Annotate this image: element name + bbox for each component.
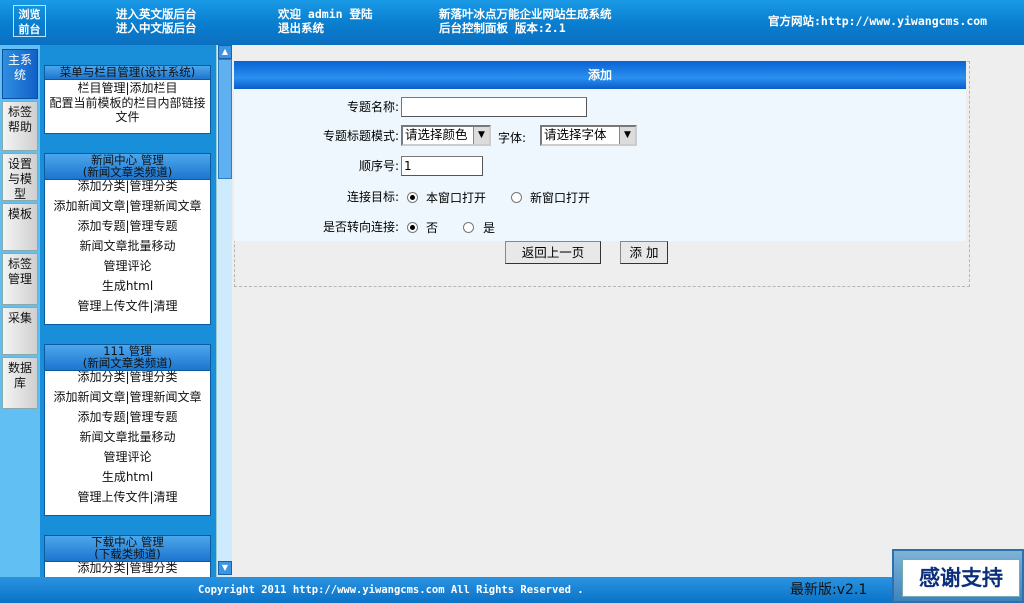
logo-line-1: 浏览: [18, 8, 41, 21]
browse-frontend-button[interactable]: 浏览 前台: [13, 5, 46, 37]
back-button[interactable]: 返回上一页: [505, 241, 601, 264]
chevron-down-icon: ▼: [619, 127, 635, 144]
order-label: 顺序号:: [358, 159, 399, 173]
menu-item[interactable]: 生成html: [45, 467, 210, 487]
menu-item[interactable]: 管理上传文件|清理: [45, 487, 210, 507]
panel-version: 后台控制面板 版本:2.1: [439, 21, 566, 35]
side-menu: 菜单与栏目管理(设计系统) 栏目管理|添加栏目 配置当前模板的栏目内部链接文件 …: [40, 45, 216, 577]
tab-tag-help[interactable]: 标签帮助: [2, 101, 38, 151]
menu-group-news: 新闻中心 管理 (新闻文章类频道) 添加分类|管理分类 添加新闻文章|管理新闻文…: [44, 153, 211, 325]
thanks-text: 感谢支持: [902, 559, 1020, 597]
menu-group-downloads: 下载中心 管理 (下载类频道) 添加分类|管理分类: [44, 535, 211, 577]
menu-item[interactable]: 添加新闻文章|管理新闻文章: [45, 196, 210, 216]
form-title: 添加: [234, 61, 966, 89]
menu-item[interactable]: 新闻文章批量移动: [45, 236, 210, 256]
tab-main-system[interactable]: 主系统: [2, 49, 38, 99]
scroll-up-icon[interactable]: ▲: [218, 45, 232, 59]
official-site-link[interactable]: 官方网站:http://www.yiwangcms.com: [768, 14, 987, 28]
top-header: 浏览 前台 进入英文版后台 进入中文版后台 欢迎 admin 登陆 退出系统 新…: [0, 0, 1024, 45]
welcome-text: 欢迎 admin 登陆: [278, 7, 373, 21]
redirect-no-radio[interactable]: [407, 222, 418, 233]
add-button[interactable]: 添 加: [620, 241, 668, 264]
color-select[interactable]: 请选择颜色 ▼: [401, 125, 491, 146]
tab-tag-management[interactable]: 标签管理: [2, 253, 38, 305]
redirect-yes-radio[interactable]: [463, 222, 474, 233]
order-input[interactable]: 1: [401, 156, 483, 176]
copyright-text: Copyright 2011 http://www.yiwangcms.com …: [198, 584, 584, 596]
target-same-window-label: 本窗口打开: [426, 191, 487, 205]
form-body: 专题名称: 专题标题模式: 请选择颜色 ▼ 字体: 请选择字体 ▼ 顺序号: 1…: [234, 89, 966, 241]
tab-templates[interactable]: 模板: [2, 203, 38, 251]
topic-name-input[interactable]: [401, 97, 587, 117]
system-name: 新落叶冰点万能企业网站生成系统: [439, 7, 612, 21]
menu-item[interactable]: 添加分类|管理分类: [45, 176, 210, 196]
target-new-window-radio[interactable]: [511, 192, 522, 203]
menu-group-title: 菜单与栏目管理(设计系统): [45, 66, 210, 80]
redirect-no-label: 否: [426, 221, 439, 235]
tab-database[interactable]: 数据库: [2, 357, 38, 409]
menu-item[interactable]: 添加专题|管理专题: [45, 216, 210, 236]
vertical-tab-strip: 主系统 标签帮助 设置与模型 模板 标签管理 采集 数据库: [0, 45, 40, 577]
menu-item[interactable]: 管理评论: [45, 447, 210, 467]
color-select-value: 请选择颜色: [405, 127, 468, 142]
target-new-window-label: 新窗口打开: [530, 191, 591, 205]
font-label: 字体:: [498, 131, 527, 145]
font-select-value: 请选择字体: [544, 127, 607, 142]
menu-group-111: 111 管理 (新闻文章类频道) 添加分类|管理分类 添加新闻文章|管理新闻文章…: [44, 344, 211, 516]
font-select[interactable]: 请选择字体 ▼: [540, 125, 637, 146]
menu-item-list: 添加分类|管理分类 添加新闻文章|管理新闻文章 添加专题|管理专题 新闻文章批量…: [45, 367, 210, 507]
menu-item[interactable]: 添加新闻文章|管理新闻文章: [45, 387, 210, 407]
menu-item[interactable]: 管理评论: [45, 256, 210, 276]
menu-item[interactable]: 栏目管理|添加栏目: [45, 80, 210, 96]
menu-item[interactable]: 配置当前模板的栏目内部链接文件: [45, 96, 210, 124]
thanks-badge[interactable]: 感谢支持: [892, 549, 1024, 603]
link-target-label: 连接目标:: [346, 190, 399, 204]
menu-item-list: 添加分类|管理分类 添加新闻文章|管理新闻文章 添加专题|管理专题 新闻文章批量…: [45, 176, 210, 316]
menu-item[interactable]: 添加分类|管理分类: [45, 367, 210, 387]
chevron-down-icon: ▼: [473, 127, 489, 144]
title-mode-label: 专题标题模式:: [322, 129, 399, 143]
main-content: 添加 专题名称: 专题标题模式: 请选择颜色 ▼ 字体: 请选择字体 ▼ 顺序号…: [232, 45, 1024, 577]
logo-line-2: 前台: [18, 23, 41, 36]
link-english-admin[interactable]: 进入英文版后台: [116, 7, 197, 21]
redirect-yes-label: 是: [483, 221, 496, 235]
scroll-thumb[interactable]: [218, 59, 232, 179]
footer: Copyright 2011 http://www.yiwangcms.com …: [0, 577, 1024, 603]
link-chinese-admin[interactable]: 进入中文版后台: [116, 21, 197, 35]
menu-item[interactable]: 生成html: [45, 276, 210, 296]
menu-item[interactable]: 管理上传文件|清理: [45, 296, 210, 316]
menu-item[interactable]: 新闻文章批量移动: [45, 427, 210, 447]
menu-scrollbar[interactable]: ▲ ▼: [216, 45, 232, 577]
menu-item-list: 添加分类|管理分类: [45, 558, 210, 577]
logout-link[interactable]: 退出系统: [278, 21, 324, 35]
tab-collection[interactable]: 采集: [2, 307, 38, 355]
target-same-window-radio[interactable]: [407, 192, 418, 203]
latest-version: 最新版:v2.1: [790, 582, 868, 598]
menu-item[interactable]: 添加分类|管理分类: [45, 558, 210, 577]
menu-group-columns: 菜单与栏目管理(设计系统) 栏目管理|添加栏目 配置当前模板的栏目内部链接文件: [44, 65, 211, 134]
topic-name-label: 专题名称:: [346, 100, 399, 114]
tab-settings-models[interactable]: 设置与模型: [2, 153, 38, 201]
menu-item[interactable]: 添加专题|管理专题: [45, 407, 210, 427]
redirect-label: 是否转向连接:: [322, 220, 399, 234]
scroll-down-icon[interactable]: ▼: [218, 561, 232, 575]
